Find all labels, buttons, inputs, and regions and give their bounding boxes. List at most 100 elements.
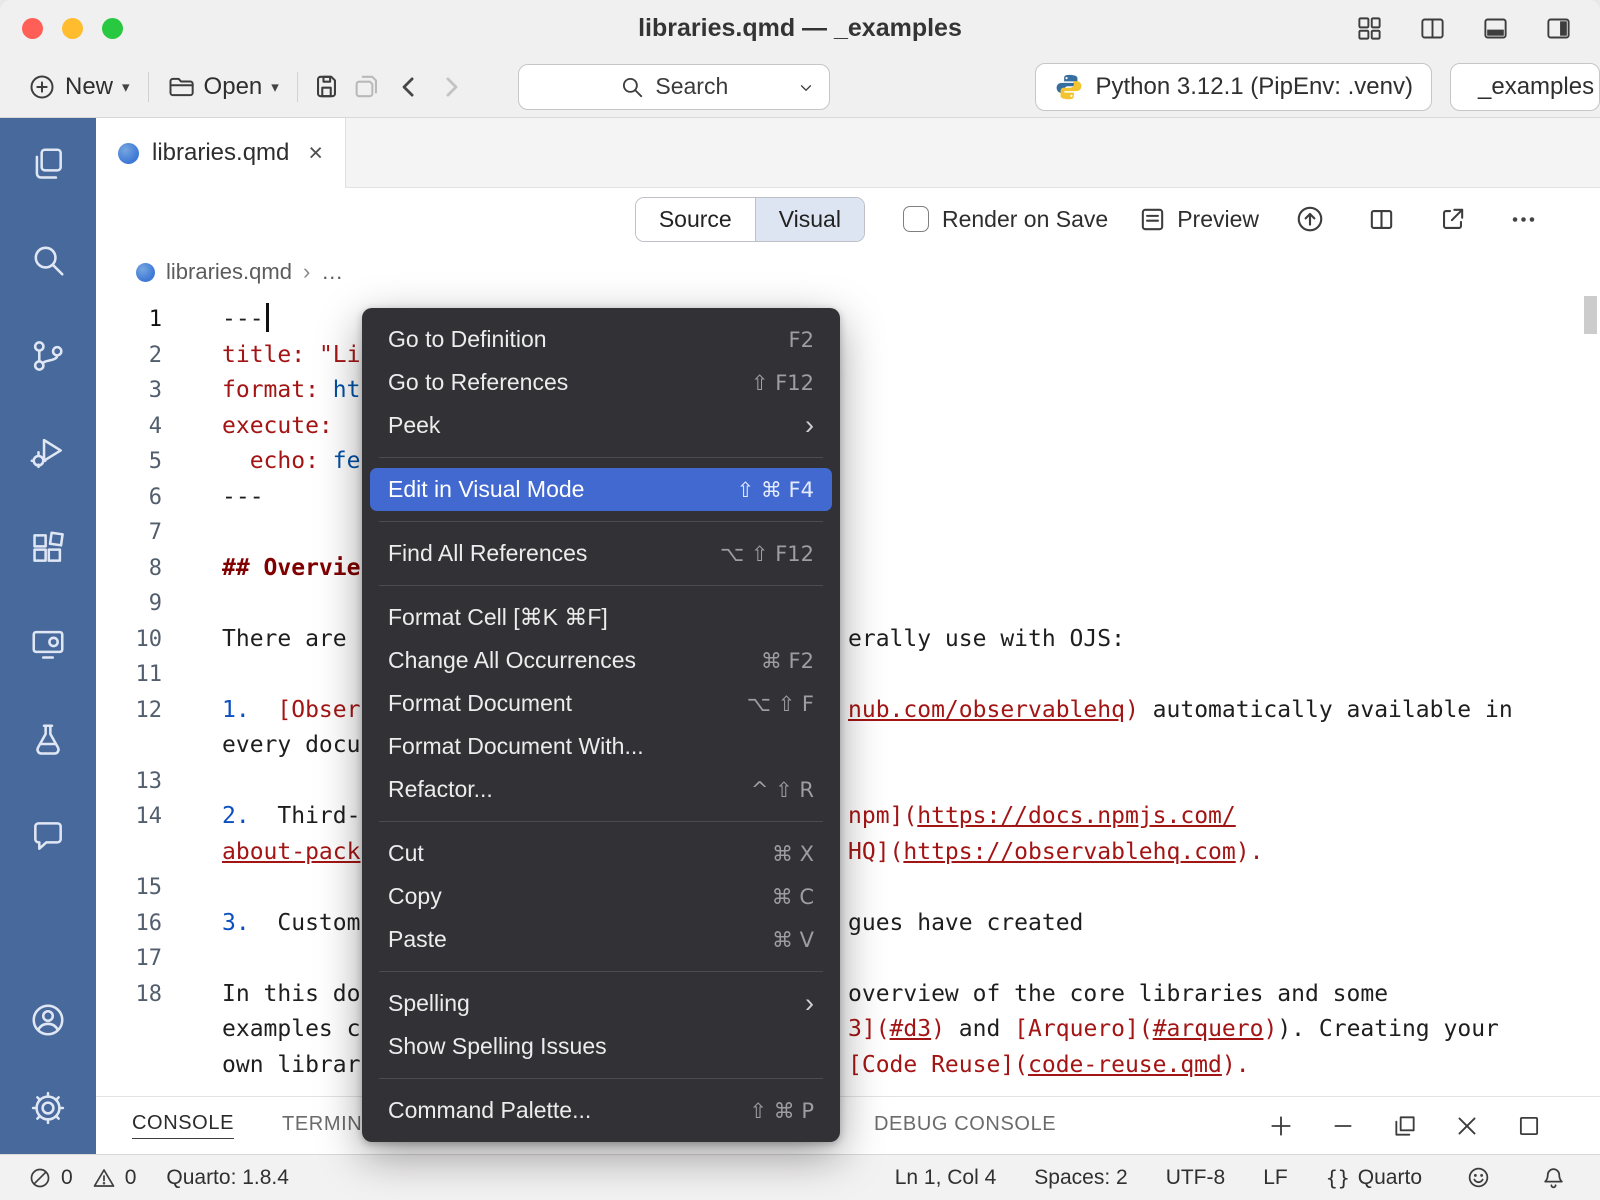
close-window-button[interactable] [22, 18, 43, 39]
minimize-window-button[interactable] [62, 18, 83, 39]
menu-item-change-all-occurrences[interactable]: Change All Occurrences⌘ F2 [370, 639, 832, 682]
code-token: echo: [222, 448, 333, 474]
render-button[interactable] [1289, 198, 1331, 240]
open-in-new-window-button[interactable] [1432, 199, 1473, 240]
code-editor[interactable]: 1---2title: "Li3format: ht4execute:5 ech… [96, 294, 1600, 1096]
menu-item-edit-in-visual-mode[interactable]: Edit in Visual Mode⇧ ⌘ F4 [370, 468, 832, 511]
menu-item-format-document[interactable]: Format Document⌥ ⇧ F [370, 682, 832, 725]
code-token: ). Creating your [1277, 1016, 1499, 1042]
warning-icon [92, 1166, 116, 1190]
eol-setting[interactable]: LF [1263, 1166, 1288, 1190]
toggle-right-panel-button[interactable] [1539, 9, 1578, 48]
encoding-setting[interactable]: UTF-8 [1166, 1166, 1226, 1190]
sidebar-item-extensions[interactable] [28, 528, 68, 568]
breadcrumb-file[interactable]: libraries.qmd [166, 259, 292, 285]
line-number: 3 [96, 373, 172, 409]
toggle-bottom-panel-button[interactable] [1476, 9, 1515, 48]
code-lines: 1---2title: "Li3format: ht4execute:5 ech… [96, 302, 1600, 1083]
sidebar-item-explorer[interactable] [28, 144, 68, 184]
cursor-position[interactable]: Ln 1, Col 4 [895, 1166, 997, 1190]
problems-indicator[interactable]: 0 0 [28, 1166, 136, 1190]
menu-item-show-spelling-issues[interactable]: Show Spelling Issues [370, 1025, 832, 1068]
menu-item-label: Format Document [388, 690, 747, 717]
preview-button[interactable]: Preview [1138, 205, 1259, 234]
menu-item-label: Paste [388, 926, 772, 953]
code-token: every docu [222, 732, 360, 758]
new-button[interactable]: New ▾ [18, 67, 140, 107]
code-token: own librar [222, 1052, 360, 1078]
maximize-panel-button[interactable] [1510, 1107, 1548, 1145]
code-token: [Arquero]( [1014, 1016, 1152, 1042]
language-mode[interactable]: {} Quarto [1326, 1166, 1422, 1190]
vertical-scrollbar[interactable] [1584, 296, 1597, 334]
sidebar-item-source-control[interactable] [28, 336, 68, 376]
code-token: 3. [222, 910, 277, 936]
code-token: and [945, 1016, 1014, 1042]
menu-item-command-palette[interactable]: Command Palette...⇧ ⌘ P [370, 1089, 832, 1132]
render-on-save-checkbox[interactable] [903, 206, 929, 232]
workspace-button[interactable]: _examples [1450, 63, 1600, 111]
code-token: ht [333, 377, 361, 403]
minimize-panel-button[interactable] [1324, 1107, 1362, 1145]
sidebar-item-chat[interactable] [28, 816, 68, 856]
line-number: 8 [96, 551, 172, 587]
interpreter-selector[interactable]: Python 3.12.1 (PipEnv: .venv) [1035, 63, 1432, 111]
feedback-button[interactable] [1460, 1159, 1497, 1196]
menu-item-label: Find All References [388, 540, 720, 567]
source-mode-button[interactable]: Source [636, 198, 755, 241]
save-button[interactable] [306, 66, 347, 107]
more-actions-button[interactable] [1503, 199, 1544, 240]
menu-item-go-to-definition[interactable]: Go to DefinitionF2 [370, 318, 832, 361]
sidebar-item-settings[interactable] [28, 1088, 68, 1128]
menu-item-label: Format Document With... [388, 733, 814, 760]
sidebar-item-run-and-debug[interactable] [28, 432, 68, 472]
menu-item-peek[interactable]: Peek› [370, 404, 832, 447]
notifications-button[interactable] [1535, 1159, 1572, 1196]
panel-tab-console[interactable]: CONSOLE [132, 1112, 234, 1139]
more-actions-icon [1509, 205, 1538, 234]
menu-item-cut[interactable]: Cut⌘ X [370, 832, 832, 875]
sidebar-item-search[interactable] [28, 240, 68, 280]
code-token: title: [222, 342, 319, 368]
restore-panel-button[interactable] [1386, 1107, 1424, 1145]
visual-mode-button[interactable]: Visual [755, 198, 864, 241]
add-console-button[interactable] [1262, 1107, 1300, 1145]
menu-item-format-cell-k-f[interactable]: Format Cell [⌘K ⌘F] [370, 596, 832, 639]
menu-item-find-all-references[interactable]: Find All References⌥ ⇧ F12 [370, 532, 832, 575]
run-and-debug-icon [29, 433, 67, 471]
menu-item-copy[interactable]: Copy⌘ C [370, 875, 832, 918]
chevron-down-icon[interactable] [797, 79, 815, 97]
close-tab-icon[interactable]: × [308, 141, 323, 166]
code-line: 1--- [96, 302, 1600, 338]
sidebar-item-sessions[interactable] [28, 624, 68, 664]
indentation-setting[interactable]: Spaces: 2 [1034, 1166, 1127, 1190]
tab-bar: libraries.qmd × [96, 118, 1600, 188]
sidebar-item-account[interactable] [28, 1000, 68, 1040]
menu-separator [379, 521, 823, 522]
line-number: 1 [96, 302, 172, 338]
activity-bar [0, 118, 96, 1154]
close-panel-button[interactable] [1448, 1107, 1486, 1145]
menu-item-paste[interactable]: Paste⌘ V [370, 918, 832, 961]
save-all-button[interactable] [347, 66, 388, 107]
split-editor-layout-button[interactable] [1413, 9, 1452, 48]
code-token: 2. [222, 803, 277, 829]
menu-item-go-to-references[interactable]: Go to References⇧ F12 [370, 361, 832, 404]
quarto-version[interactable]: Quarto: 1.8.4 [166, 1166, 289, 1190]
customize-layout-button[interactable] [1350, 9, 1389, 48]
zoom-window-button[interactable] [102, 18, 123, 39]
menu-item-spelling[interactable]: Spelling› [370, 982, 832, 1025]
open-button[interactable]: Open ▾ [157, 67, 289, 107]
search-input[interactable]: Search [518, 64, 830, 110]
menu-item-format-document-with[interactable]: Format Document With... [370, 725, 832, 768]
navigate-back-button[interactable] [388, 66, 430, 108]
navigate-forward-button[interactable] [430, 66, 472, 108]
render-on-save-control[interactable]: Render on Save [903, 206, 1108, 233]
tab-libraries-qmd[interactable]: libraries.qmd × [96, 118, 346, 188]
sidebar-item-testing[interactable] [28, 720, 68, 760]
menu-item-refactor[interactable]: Refactor...^ ⇧ R [370, 768, 832, 811]
breadcrumb-more[interactable]: … [321, 259, 343, 285]
panel-tab-debug-console[interactable]: DEBUG CONSOLE [874, 1113, 1056, 1139]
split-editor-button[interactable] [1361, 199, 1402, 240]
quarto-file-icon [136, 263, 155, 282]
